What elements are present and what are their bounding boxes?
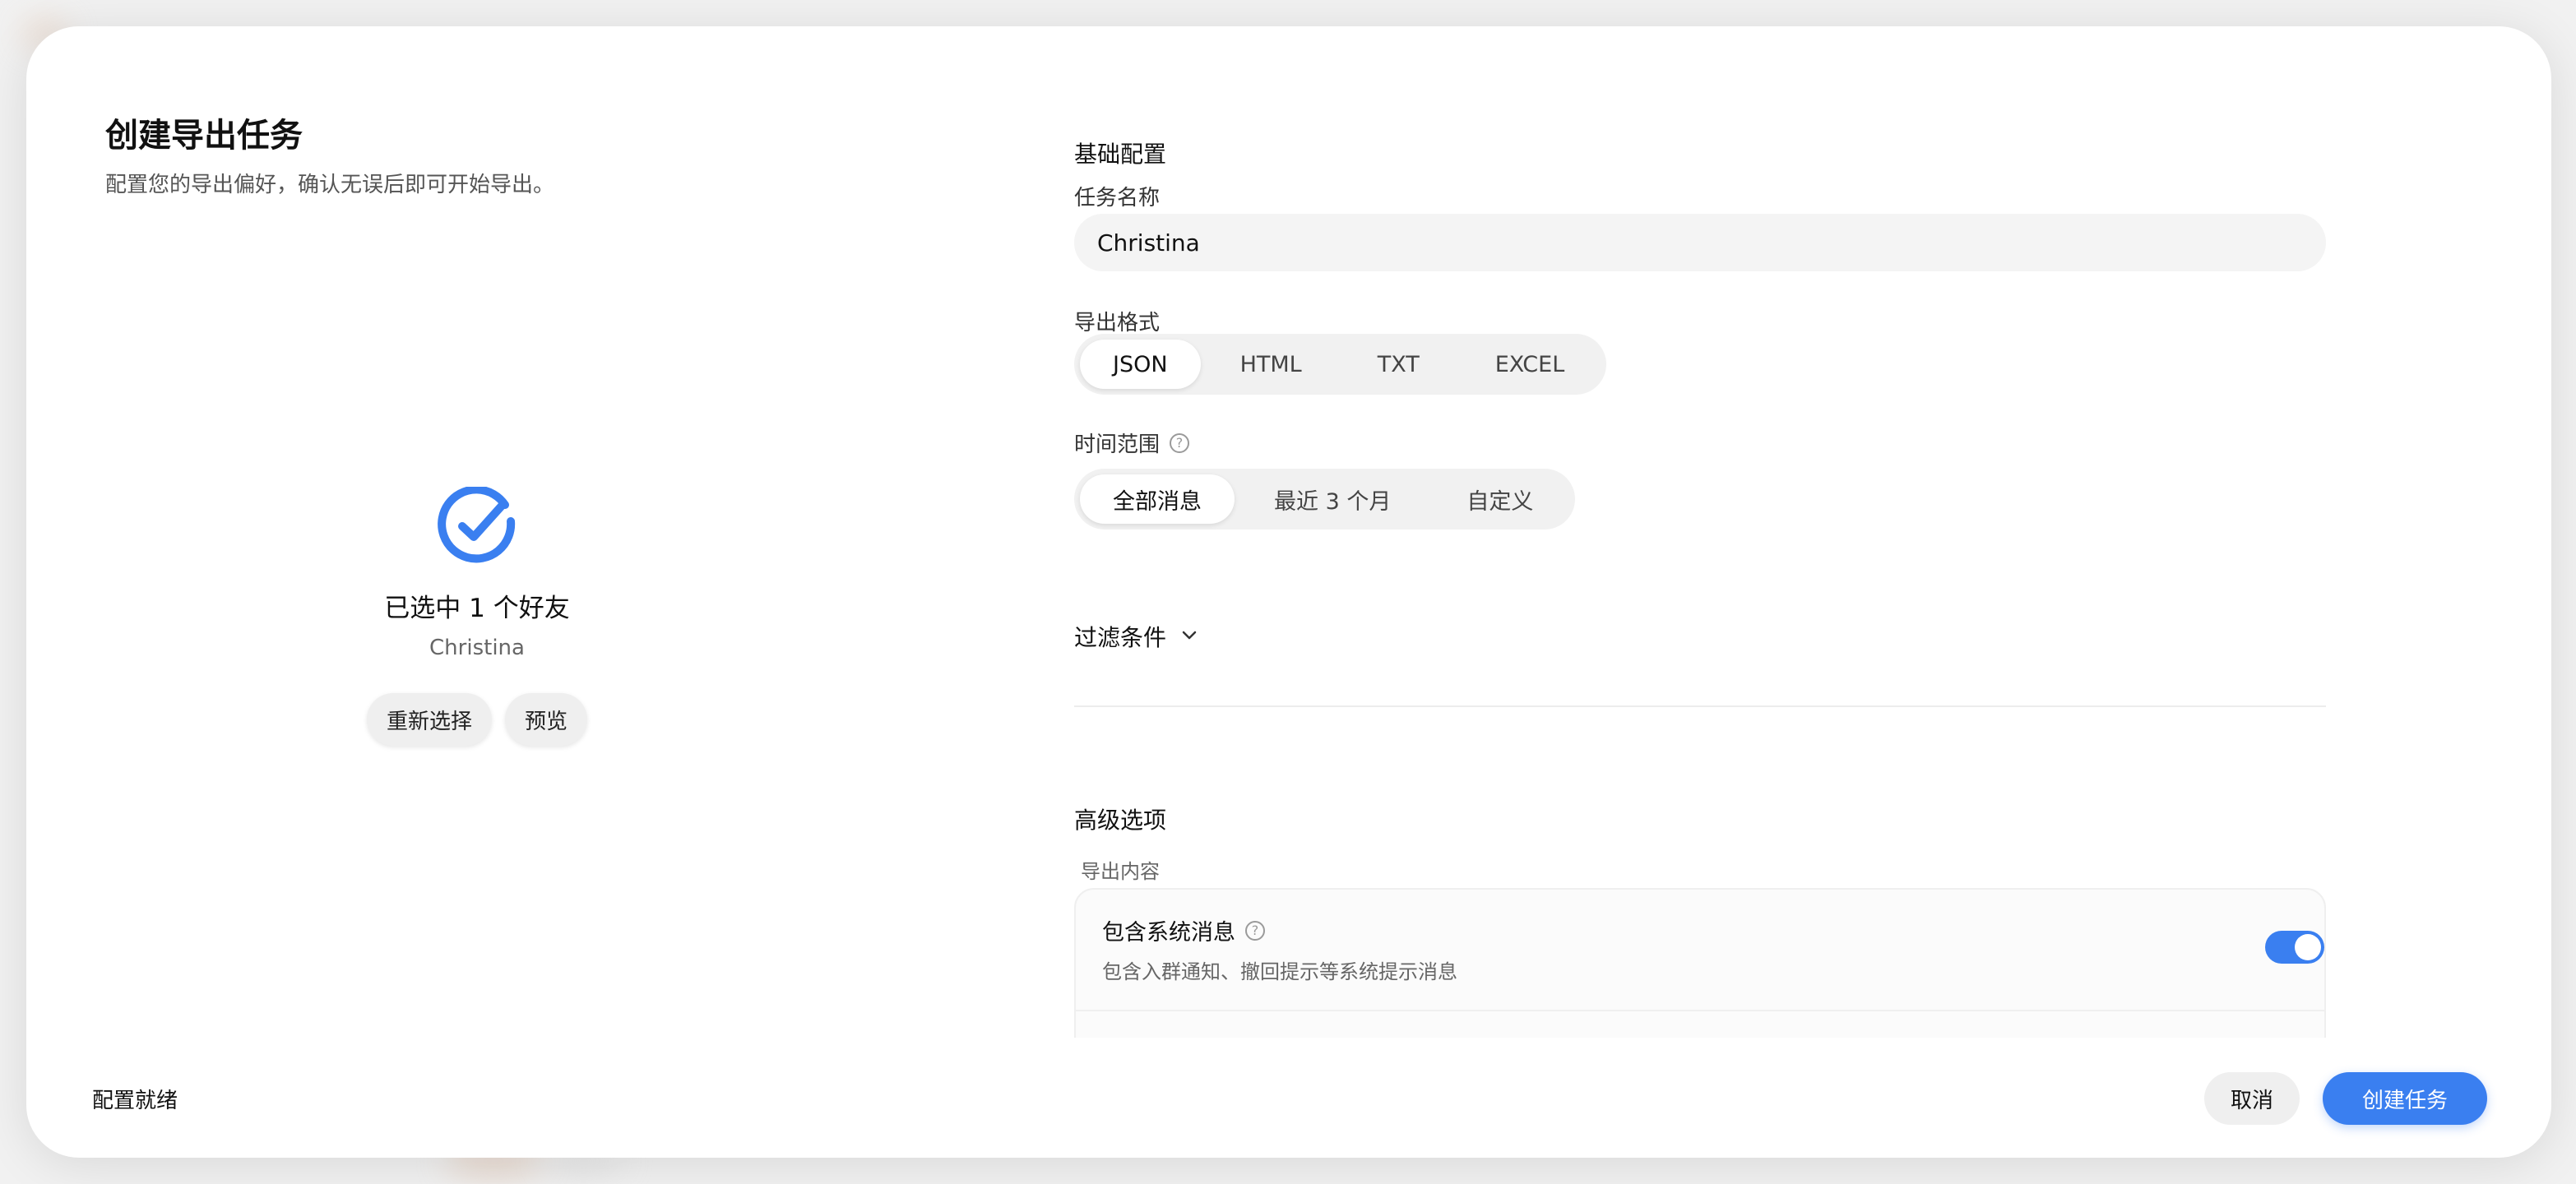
export-format-label: 导出格式 bbox=[1074, 306, 1160, 336]
export-content-options: 包含系统消息 ? 包含入群通知、撤回提示等系统提示消息 bbox=[1074, 888, 2326, 1038]
question-circle-icon[interactable]: ? bbox=[1170, 432, 1190, 453]
option-title-text: 包含系统消息 bbox=[1102, 920, 1235, 946]
dialog-title: 创建导出任务 bbox=[105, 117, 303, 155]
dialog-subtitle: 配置您的导出偏好，确认无误后即可开始导出。 bbox=[105, 173, 555, 197]
chevron-down-icon bbox=[1179, 623, 1199, 650]
task-name-input[interactable] bbox=[1074, 214, 2326, 271]
section-divider bbox=[1074, 705, 2326, 707]
time-range-label: 时间范围 ? bbox=[1074, 428, 1190, 458]
create-task-button[interactable]: 创建任务 bbox=[2323, 1072, 2487, 1125]
format-option-html[interactable]: HTML bbox=[1204, 340, 1338, 389]
filter-conditions-label: 过滤条件 bbox=[1074, 624, 1167, 651]
basic-config-title: 基础配置 bbox=[1074, 141, 1167, 168]
reselect-button[interactable]: 重新选择 bbox=[366, 693, 492, 746]
filter-conditions-toggle[interactable]: 过滤条件 bbox=[1074, 620, 1199, 653]
task-name-label: 任务名称 bbox=[1074, 181, 1160, 211]
preview-button[interactable]: 预览 bbox=[505, 693, 588, 746]
toggle-knob bbox=[2295, 934, 2321, 960]
time-range-label-text: 时间范围 bbox=[1074, 432, 1161, 457]
config-panel: 基础配置 任务名称 导出格式 JSON HTML TXT EXCEL 时间范围 … bbox=[1074, 26, 2349, 1038]
time-range-segmented: 全部消息 最近 3 个月 自定义 bbox=[1074, 469, 1576, 530]
status-text: 配置就绪 bbox=[92, 1089, 178, 1113]
export-format-label-text: 导出格式 bbox=[1074, 311, 1161, 335]
selection-summary: 已选中 1 个好友 Christina 重新选择 预览 bbox=[230, 485, 724, 746]
time-option-all[interactable]: 全部消息 bbox=[1080, 474, 1235, 524]
format-option-excel[interactable]: EXCEL bbox=[1459, 340, 1601, 389]
system-messages-toggle[interactable] bbox=[2265, 931, 2324, 964]
task-name-label-text: 任务名称 bbox=[1074, 186, 1161, 210]
export-content-label: 导出内容 bbox=[1081, 860, 1160, 883]
option-system-messages: 包含系统消息 ? 包含入群通知、撤回提示等系统提示消息 bbox=[1076, 890, 2324, 1011]
check-circle-icon bbox=[438, 485, 517, 566]
export-task-dialog: 创建导出任务 配置您的导出偏好，确认无误后即可开始导出。 已选中 1 个好友 C… bbox=[26, 26, 2551, 1158]
question-circle-icon[interactable]: ? bbox=[1245, 920, 1265, 941]
format-option-json[interactable]: JSON bbox=[1080, 340, 1201, 389]
selection-actions: 重新选择 预览 bbox=[230, 693, 724, 746]
time-option-custom[interactable]: 自定义 bbox=[1430, 474, 1569, 524]
option-description: 包含入群通知、撤回提示等系统提示消息 bbox=[1102, 960, 1457, 983]
time-option-3months[interactable]: 最近 3 个月 bbox=[1238, 474, 1427, 524]
export-format-segmented: JSON HTML TXT EXCEL bbox=[1074, 334, 1607, 395]
advanced-options-title: 高级选项 bbox=[1074, 807, 1167, 834]
option-title: 包含系统消息 ? bbox=[1102, 914, 1265, 946]
format-option-txt[interactable]: TXT bbox=[1341, 340, 1456, 389]
selected-count: 已选中 1 个好友 bbox=[384, 594, 570, 623]
cancel-button[interactable]: 取消 bbox=[2204, 1072, 2300, 1125]
selected-friend-name: Christina bbox=[429, 636, 525, 660]
